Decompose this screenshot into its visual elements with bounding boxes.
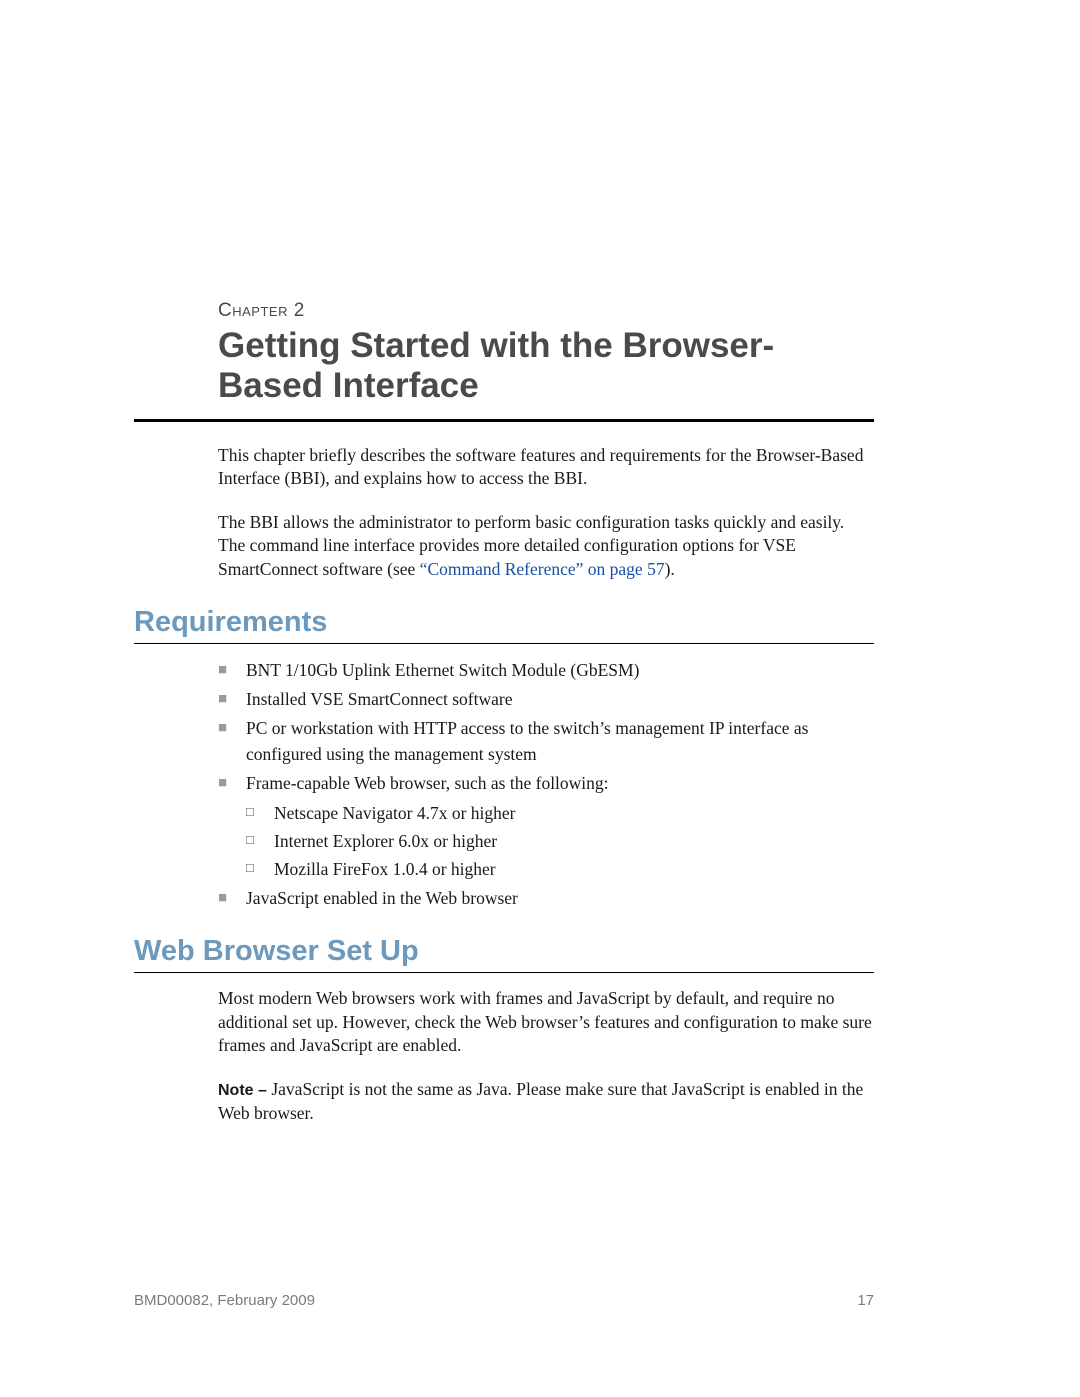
intro-text-b: ). (665, 559, 675, 579)
list-item: ■ PC or workstation with HTTP access to … (218, 716, 874, 767)
list-item-text: Installed VSE SmartConnect software (246, 687, 874, 712)
page-footer: BMD00082, February 2009 17 (134, 1292, 874, 1309)
web-browser-heading: Web Browser Set Up (134, 935, 874, 968)
command-reference-link[interactable]: “Command Reference” on page 57 (420, 559, 665, 579)
sub-list-item-text: Netscape Navigator 4.7x or higher (274, 801, 874, 826)
hollow-square-bullet-icon: □ (246, 857, 274, 879)
square-bullet-icon: ■ (218, 771, 246, 795)
requirements-heading: Requirements (134, 606, 874, 639)
sub-list-item: □ Internet Explorer 6.0x or higher (246, 829, 874, 854)
list-item-text: BNT 1/10Gb Uplink Ethernet Switch Module… (246, 658, 874, 683)
footer-doc-id: BMD00082, February 2009 (134, 1292, 315, 1309)
chapter-rule (134, 419, 874, 422)
list-item-text: JavaScript enabled in the Web browser (246, 886, 874, 911)
hollow-square-bullet-icon: □ (246, 801, 274, 823)
list-item: ■ JavaScript enabled in the Web browser (218, 886, 874, 911)
list-item: ■ Frame-capable Web browser, such as the… (218, 771, 874, 796)
web-browser-paragraph: Most modern Web browsers work with frame… (218, 987, 874, 1058)
sub-list-item: □ Mozilla FireFox 1.0.4 or higher (246, 857, 874, 882)
square-bullet-icon: ■ (218, 658, 246, 682)
list-item: ■ Installed VSE SmartConnect software (218, 687, 874, 712)
square-bullet-icon: ■ (218, 886, 246, 910)
requirements-list: ■ BNT 1/10Gb Uplink Ethernet Switch Modu… (218, 658, 874, 911)
intro-paragraph-2: The BBI allows the administrator to perf… (218, 511, 874, 582)
note-lead: Note – (218, 1082, 271, 1099)
list-item-text: Frame-capable Web browser, such as the f… (246, 771, 874, 796)
note-paragraph: Note – JavaScript is not the same as Jav… (218, 1078, 874, 1125)
square-bullet-icon: ■ (218, 716, 246, 740)
chapter-label: Chapter 2 (218, 300, 874, 322)
document-page: Chapter 2 Getting Started with the Brows… (0, 0, 1080, 1397)
sub-list-item-text: Mozilla FireFox 1.0.4 or higher (274, 857, 874, 882)
footer-page-number: 17 (857, 1292, 874, 1309)
intro-paragraph-1: This chapter briefly describes the softw… (218, 444, 874, 491)
sub-list-item-text: Internet Explorer 6.0x or higher (274, 829, 874, 854)
content-column: Chapter 2 Getting Started with the Brows… (134, 300, 874, 1125)
square-bullet-icon: ■ (218, 687, 246, 711)
list-item-text: PC or workstation with HTTP access to th… (246, 716, 874, 767)
sub-list-item: □ Netscape Navigator 4.7x or higher (246, 801, 874, 826)
chapter-title: Getting Started with the Browser-Based I… (218, 326, 874, 407)
list-item: ■ BNT 1/10Gb Uplink Ethernet Switch Modu… (218, 658, 874, 683)
hollow-square-bullet-icon: □ (246, 829, 274, 851)
note-body: JavaScript is not the same as Java. Plea… (218, 1079, 863, 1123)
requirements-rule (134, 643, 874, 644)
web-browser-rule (134, 972, 874, 973)
